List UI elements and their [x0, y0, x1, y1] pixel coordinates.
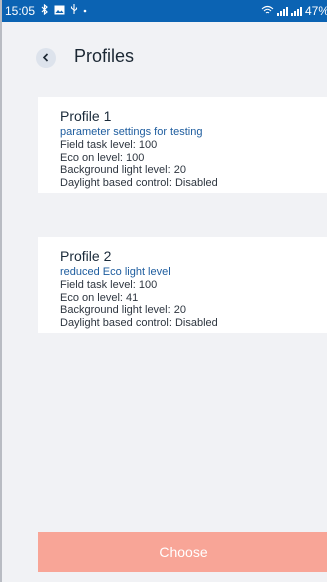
field-task-level: Field task level: 100 [60, 279, 158, 291]
status-bar: 15:05 47% [2, 0, 327, 22]
signal-icon [276, 6, 288, 16]
signal-icon-2 [290, 6, 302, 16]
dot-icon [83, 6, 87, 16]
background-light-level: Background light level: 20 [60, 304, 186, 316]
bluetooth-icon [40, 3, 49, 18]
profile-title: Profile 2 [60, 248, 112, 264]
back-button[interactable] [36, 48, 56, 68]
choose-button[interactable]: Choose [38, 532, 327, 572]
battery-text: 47% [304, 4, 327, 18]
eco-on-level: Eco on level: 100 [60, 151, 145, 164]
field-task-level: Field task level: 100 [60, 139, 158, 151]
usb-icon [70, 4, 78, 18]
image-icon [54, 5, 65, 18]
page-title: Profiles [74, 46, 135, 66]
header: Profiles [2, 22, 327, 92]
daylight-control: Daylight based control: Disabled [60, 316, 218, 329]
status-time: 15:05 [5, 4, 36, 18]
profile-card-1[interactable]: Profile 1 parameter settings for testing… [38, 97, 327, 193]
chevron-left-icon [42, 49, 50, 67]
profile-title: Profile 1 [60, 108, 112, 124]
app-screen: 15:05 47% Profiles Profile 1 parameter s… [0, 0, 327, 582]
daylight-control: Daylight based control: Disabled [60, 176, 218, 189]
profile-card-2[interactable]: Profile 2 reduced Eco light level Field … [38, 237, 327, 333]
profile-description: parameter settings for testing [60, 126, 203, 138]
eco-on-level: Eco on level: 41 [60, 291, 139, 304]
wifi-icon [261, 5, 274, 18]
profile-description: reduced Eco light level [60, 266, 171, 278]
background-light-level: Background light level: 20 [60, 164, 186, 176]
